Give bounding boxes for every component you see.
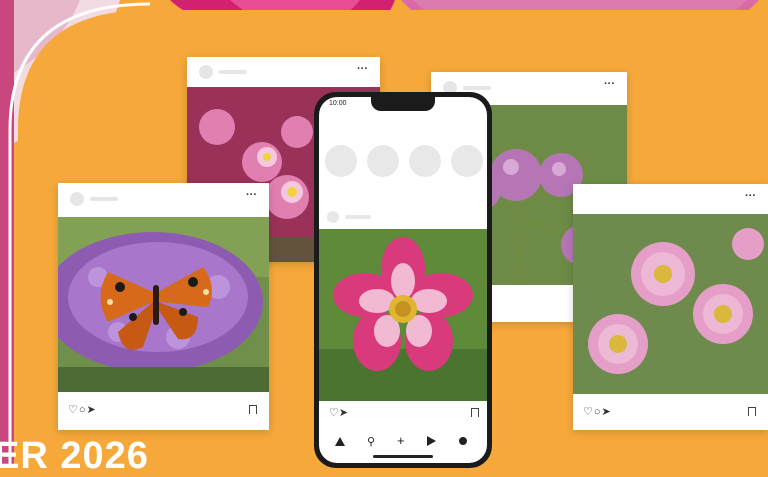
bottom-nav: ⚲ +	[319, 429, 487, 463]
like-icon[interactable]: ♡	[583, 405, 594, 418]
bookmark-icon[interactable]	[249, 405, 257, 414]
share-icon[interactable]: ➤	[339, 406, 348, 419]
share-icon[interactable]: ➤	[87, 403, 97, 416]
profile-icon[interactable]	[459, 437, 467, 445]
post-actions[interactable]: ♡○➤	[68, 403, 97, 416]
more-options-icon[interactable]: ···	[604, 78, 615, 90]
home-indicator	[373, 455, 433, 458]
phone-screen: 10:00 ♡➤ ⚲ +	[319, 97, 487, 463]
phone-notch	[371, 97, 435, 111]
post-header: ···	[573, 184, 768, 216]
status-time: 10:00	[329, 100, 347, 107]
like-icon[interactable]: ♡	[329, 406, 339, 419]
post-card-butterfly[interactable]: ··· ♡○➤	[58, 183, 269, 430]
post-card-daisy[interactable]: ··· ♡○➤	[573, 184, 768, 430]
like-icon[interactable]: ♡	[68, 403, 79, 416]
more-options-icon[interactable]: ···	[357, 63, 368, 75]
username-placeholder	[219, 70, 247, 74]
bookmark-icon[interactable]	[748, 407, 756, 416]
search-icon[interactable]: ⚲	[367, 435, 375, 448]
phone-post-actions[interactable]: ♡➤	[329, 406, 348, 419]
comment-icon[interactable]: ○	[79, 404, 87, 416]
post-actions[interactable]: ♡○➤	[583, 405, 612, 418]
story-bubble[interactable]	[325, 145, 357, 177]
phone-post-image	[319, 229, 487, 401]
username-placeholder	[463, 86, 491, 90]
post-header: ···	[58, 183, 269, 215]
post-image-butterfly	[58, 217, 269, 392]
post-header: ···	[187, 57, 380, 89]
smartphone: 10:00 ♡➤ ⚲ +	[314, 92, 492, 468]
more-options-icon[interactable]: ···	[745, 190, 756, 202]
post-avatar	[327, 211, 339, 223]
post-image-daisy	[573, 214, 768, 394]
reels-icon[interactable]	[427, 436, 436, 446]
bookmark-icon[interactable]	[471, 408, 479, 417]
comment-icon[interactable]: ○	[594, 406, 602, 418]
story-bubble[interactable]	[451, 145, 483, 177]
avatar	[199, 65, 213, 79]
banner-title: ER 2026	[0, 435, 149, 477]
add-icon[interactable]: +	[397, 433, 405, 448]
share-icon[interactable]: ➤	[602, 405, 612, 418]
story-bubble[interactable]	[367, 145, 399, 177]
story-bubble[interactable]	[409, 145, 441, 177]
post-username-placeholder	[345, 215, 371, 219]
more-options-icon[interactable]: ···	[246, 189, 257, 201]
home-icon[interactable]	[335, 437, 345, 446]
username-placeholder	[90, 197, 118, 201]
avatar	[70, 192, 84, 206]
